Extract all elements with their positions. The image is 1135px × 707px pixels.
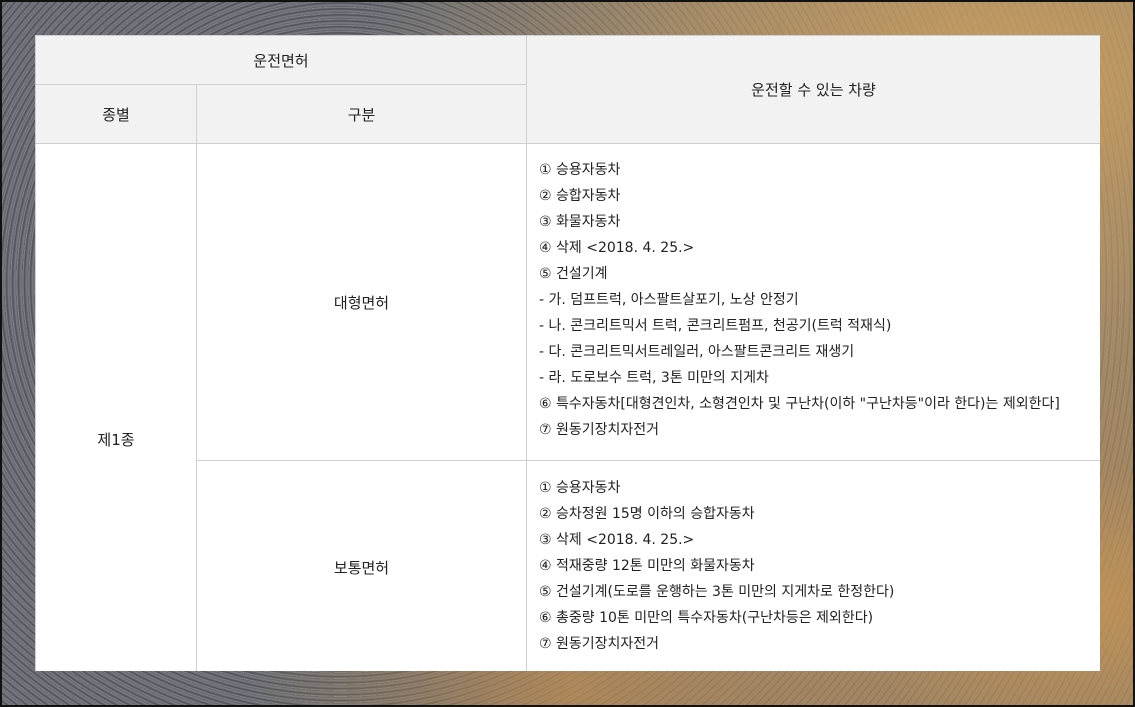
list-item: ③ 삭제 <2018. 4. 25.>: [539, 531, 695, 548]
license-table-card: 운전면허 운전할 수 있는 차량 종별 구분 제1종 대형면허 ① 승용자동차 …: [35, 35, 1100, 671]
license-kind: 제1종: [35, 143, 197, 671]
list-item: ⑦ 원동기장치자전거: [539, 422, 660, 438]
header-row-1: 운전면허 운전할 수 있는 차량: [35, 35, 1100, 144]
table-row: 제1종 대형면허 ① 승용자동차 ② 승합자동차 ③ 화물자동차 ④ 삭제 <2…: [35, 143, 1100, 671]
license-table: 운전면허 운전할 수 있는 차량 종별 구분 제1종 대형면허 ① 승용자동차 …: [35, 35, 1100, 671]
list-item: ⑥ 특수자동차[대형견인차, 소형견인차 및 구난차(이하 "구난차등"이라 한…: [539, 396, 1060, 412]
header-type: 종별: [35, 84, 197, 144]
license-category: 대형면허: [195, 143, 528, 461]
list-item: ⑦ 원동기장치자전거: [539, 635, 660, 652]
vehicle-list: ① 승용자동차 ② 승합자동차 ③ 화물자동차 ④ 삭제 <2018. 4. 2…: [526, 143, 1100, 461]
header-license: 운전면허: [35, 35, 528, 85]
list-item: ⑤ 건설기계(도로를 운행하는 3톤 미만의 지게차로 한정한다): [539, 583, 895, 600]
license-category: 보통면허: [195, 460, 528, 671]
list-item: ② 승차정원 15명 이하의 승합자동차: [539, 505, 755, 522]
vehicle-list: ① 승용자동차 ② 승차정원 15명 이하의 승합자동차 ③ 삭제 <2018.…: [526, 460, 1100, 671]
list-item: ⑥ 총중량 10톤 미만의 특수자동차(구난차등은 제외한다): [539, 609, 874, 626]
header-category: 구분: [195, 84, 528, 144]
list-item: ② 승합자동차: [539, 188, 621, 204]
list-item: - 라. 도로보수 트럭, 3톤 미만의 지게차: [539, 370, 769, 386]
list-item: ④ 삭제 <2018. 4. 25.>: [539, 240, 695, 256]
list-item: ⑤ 건설기계: [539, 266, 608, 282]
header-vehicles: 운전할 수 있는 차량: [526, 35, 1100, 144]
list-item: ① 승용자동차: [539, 479, 621, 496]
list-item: - 가. 덤프트럭, 아스팔트살포기, 노상 안정기: [539, 292, 799, 308]
list-item: ④ 적재중량 12톤 미만의 화물자동차: [539, 557, 755, 574]
list-item: - 다. 콘크리트믹서트레일러, 아스팔트콘크리트 재생기: [539, 344, 855, 360]
list-item: - 나. 콘크리트믹서 트럭, 콘크리트펌프, 천공기(트럭 적재식): [539, 318, 892, 334]
list-item: ③ 화물자동차: [539, 214, 621, 230]
list-item: ① 승용자동차: [539, 162, 621, 178]
